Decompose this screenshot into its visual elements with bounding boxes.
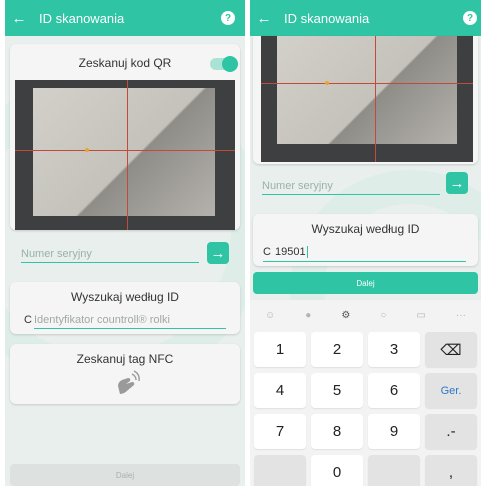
nfc-scan-heading: Zeskanuj tag NFC — [76, 352, 174, 366]
roll-id-underline — [34, 328, 226, 329]
back-arrow-icon[interactable]: ← — [5, 10, 33, 27]
camera-preview — [15, 80, 235, 230]
app-bar: ← ID skanowania ? — [5, 0, 245, 36]
mic-icon[interactable]: ● — [305, 310, 311, 321]
roll-id-underline — [263, 261, 466, 262]
qr-scan-card — [253, 36, 478, 164]
serial-submit-button[interactable]: → — [207, 242, 229, 264]
search-icon[interactable]: ○ — [380, 310, 386, 321]
key-0[interactable]: 0 — [311, 455, 363, 486]
nfc-scan-card[interactable]: Zeskanuj tag NFC — [10, 344, 240, 404]
phone-left: ← ID skanowania ? Zeskanuj kod QR Numer … — [5, 0, 245, 486]
search-by-id-card: Wyszukaj według ID C Identyfikator count… — [10, 282, 240, 334]
key-3[interactable]: 3 — [368, 332, 420, 367]
focus-dot — [85, 148, 89, 152]
stage: ← ID skanowania ? Zeskanuj kod QR Numer … — [0, 0, 481, 486]
more-icon[interactable]: ··· — [456, 310, 466, 321]
key-2[interactable]: 2 — [311, 332, 363, 367]
search-by-id-heading: Wyszukaj według ID — [311, 222, 420, 236]
key-8[interactable]: 8 — [311, 414, 363, 449]
help-icon[interactable]: ? — [221, 11, 235, 25]
roll-id-input[interactable]: Identyfikator countroll® rolki — [34, 314, 170, 326]
app-bar: ← ID skanowania ? — [250, 0, 481, 36]
blank-key-right[interactable] — [368, 455, 420, 486]
page-title: ID skanowania — [39, 10, 125, 26]
crosshair-vertical — [375, 36, 376, 162]
clipboard-icon[interactable]: ▭ — [416, 310, 425, 321]
keyboard-toolbar: ☺ ● ⚙ ○ ▭ ··· — [250, 304, 481, 326]
key-6[interactable]: 6 — [368, 373, 420, 408]
next-button[interactable]: Dalej — [253, 272, 478, 294]
crosshair-horizontal — [261, 83, 473, 84]
help-icon[interactable]: ? — [463, 11, 477, 25]
search-by-id-card: Wyszukaj według ID C 19501 — [253, 214, 478, 266]
emoji-icon[interactable]: ☺ — [265, 310, 275, 321]
serial-number-underline — [21, 262, 199, 263]
camera-preview — [261, 36, 473, 162]
crosshair-vertical — [127, 80, 128, 230]
dot-dash-key[interactable]: .- — [425, 414, 477, 449]
page-title: ID skanowania — [284, 10, 370, 26]
key-7[interactable]: 7 — [254, 414, 306, 449]
search-by-id-heading: Wyszukaj według ID — [71, 290, 179, 304]
backspace-key[interactable]: ⌫ — [425, 332, 477, 367]
camera-scene — [33, 88, 215, 216]
nfc-icon — [118, 370, 140, 394]
key-9[interactable]: 9 — [368, 414, 420, 449]
qr-scan-label: Zeskanuj kod QR — [78, 56, 172, 70]
go-key[interactable]: Ger. — [425, 373, 477, 408]
key-4[interactable]: 4 — [254, 373, 306, 408]
settings-icon[interactable]: ⚙ — [341, 310, 350, 321]
serial-number-input[interactable]: Numer seryjny — [21, 248, 92, 260]
qr-scan-toggle[interactable] — [210, 56, 238, 72]
comma-key[interactable]: , — [425, 455, 477, 486]
camera-scene — [277, 36, 457, 144]
id-prefix: C — [263, 246, 271, 258]
serial-submit-button[interactable]: → — [446, 172, 468, 194]
phone-right: ← ID skanowania ? Numer seryjny → Wyszuk… — [250, 0, 481, 486]
serial-number-underline — [262, 194, 440, 195]
crosshair-horizontal — [15, 150, 235, 151]
back-arrow-icon[interactable]: ← — [250, 10, 278, 27]
serial-number-input[interactable]: Numer seryjny — [262, 180, 333, 192]
focus-dot — [325, 81, 329, 85]
qr-scan-card: Zeskanuj kod QR — [10, 44, 240, 230]
key-5[interactable]: 5 — [311, 373, 363, 408]
toggle-knob — [222, 56, 238, 72]
id-prefix: C — [24, 314, 32, 326]
blank-key-left[interactable] — [254, 455, 306, 486]
keyboard: ☺ ● ⚙ ○ ▭ ··· 1 2 3 ⌫ 4 5 6 Ger. 7 8 9 .- 0, — [250, 300, 481, 486]
roll-id-input[interactable]: 19501 — [275, 246, 308, 258]
key-1[interactable]: 1 — [254, 332, 306, 367]
next-button[interactable]: Dalej — [10, 464, 240, 486]
